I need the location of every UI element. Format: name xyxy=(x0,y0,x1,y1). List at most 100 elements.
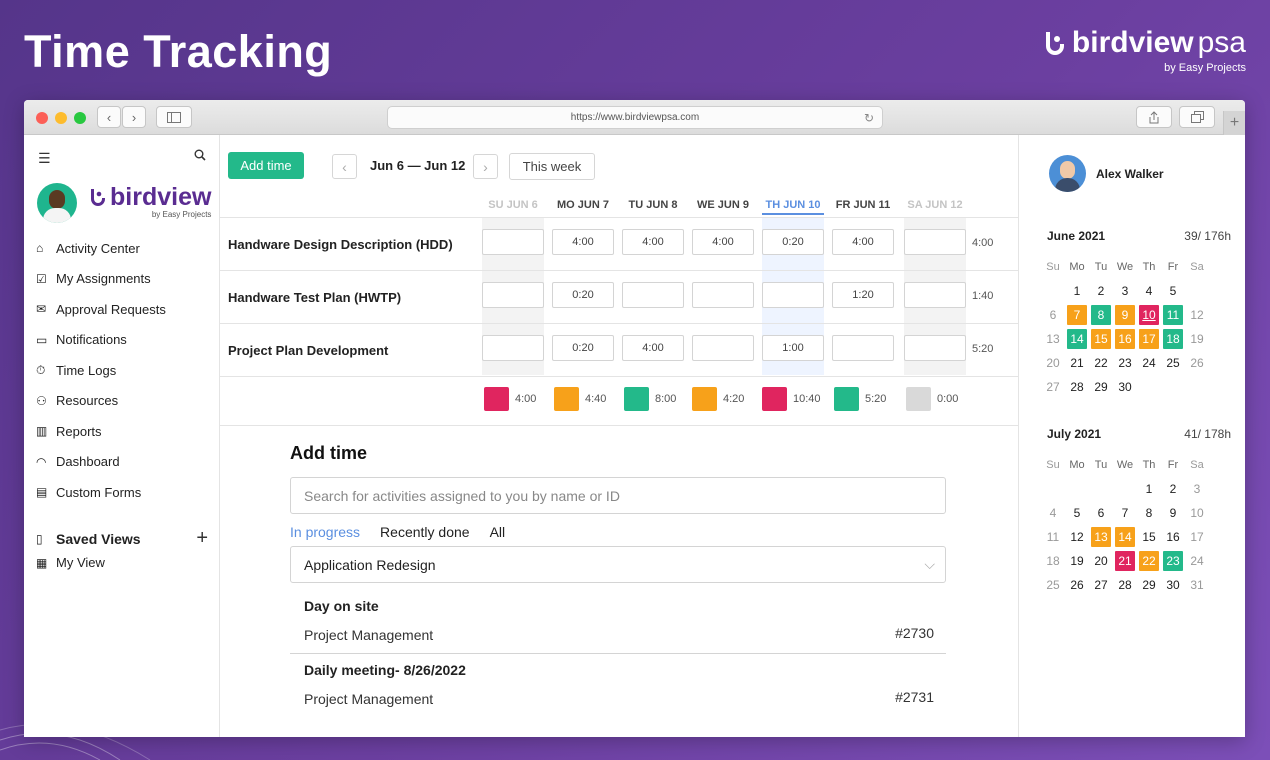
calendar-day[interactable]: 8 xyxy=(1137,501,1161,525)
sidebar-item-resources[interactable]: ⚇ Resources xyxy=(24,386,220,417)
time-entry-cell[interactable]: 0:20 xyxy=(552,335,614,361)
time-entry-cell[interactable] xyxy=(482,335,544,361)
calendar-day[interactable]: 17 xyxy=(1137,327,1161,351)
calendar-day[interactable]: 26 xyxy=(1065,573,1089,597)
sidebar-item-dashboard[interactable]: ◠ Dashboard xyxy=(24,447,220,478)
minimize-window-button[interactable] xyxy=(55,112,67,124)
calendar-day[interactable]: 6 xyxy=(1089,501,1113,525)
calendar-day[interactable]: 28 xyxy=(1113,573,1137,597)
user-avatar[interactable] xyxy=(37,183,77,223)
add-view-button[interactable]: + xyxy=(196,527,208,550)
calendar-day[interactable]: 1 xyxy=(1065,279,1089,303)
calendar-day[interactable]: 18 xyxy=(1041,549,1065,573)
calendar-day[interactable]: 7 xyxy=(1113,501,1137,525)
calendar-day[interactable]: 21 xyxy=(1065,351,1089,375)
time-entry-cell[interactable] xyxy=(692,282,754,308)
calendar-day[interactable]: 22 xyxy=(1089,351,1113,375)
calendar-day[interactable]: 9 xyxy=(1161,501,1185,525)
calendar-day[interactable]: 10 xyxy=(1137,303,1161,327)
sidebar-toggle-button[interactable] xyxy=(156,106,192,128)
time-entry-cell[interactable]: 4:00 xyxy=(622,229,684,255)
calendar-day[interactable]: 14 xyxy=(1065,327,1089,351)
sidebar-item-custom-forms[interactable]: ▤ Custom Forms xyxy=(24,477,220,508)
tab-all[interactable]: All xyxy=(490,524,506,540)
previous-week-button[interactable]: ‹ xyxy=(332,154,357,179)
calendar-day[interactable]: 15 xyxy=(1137,525,1161,549)
calendar-day[interactable]: 12 xyxy=(1065,525,1089,549)
calendar-day[interactable]: 26 xyxy=(1185,351,1209,375)
tab-recently-done[interactable]: Recently done xyxy=(380,524,470,540)
sidebar-item-activity-center[interactable]: ⌂ Activity Center xyxy=(24,233,220,264)
address-bar[interactable]: https://www.birdviewpsa.com ↻ xyxy=(387,106,883,129)
calendar-day[interactable]: 2 xyxy=(1161,477,1185,501)
tab-in-progress[interactable]: In progress xyxy=(290,524,360,540)
sidebar-item-my-assignments[interactable]: ☑ My Assignments xyxy=(24,264,220,295)
calendar-day[interactable]: 7 xyxy=(1065,303,1089,327)
calendar-day[interactable]: 5 xyxy=(1161,279,1185,303)
sidebar-logo[interactable]: birdview by Easy Projects xyxy=(90,183,211,219)
calendar-day[interactable]: 8 xyxy=(1089,303,1113,327)
time-entry-cell[interactable] xyxy=(482,229,544,255)
time-entry-cell[interactable]: 4:00 xyxy=(552,229,614,255)
project-select[interactable]: Application Redesign ⌵ xyxy=(290,546,946,583)
calendar-day[interactable]: 29 xyxy=(1137,573,1161,597)
time-entry-cell[interactable] xyxy=(904,335,966,361)
time-entry-cell[interactable] xyxy=(904,282,966,308)
calendar-day[interactable]: 19 xyxy=(1065,549,1089,573)
next-week-button[interactable]: › xyxy=(473,154,498,179)
calendar-day[interactable]: 12 xyxy=(1185,303,1209,327)
search-icon[interactable] xyxy=(194,149,206,161)
activity-search-input[interactable]: Search for activities assigned to you by… xyxy=(290,477,946,514)
calendar-day[interactable]: 25 xyxy=(1041,573,1065,597)
add-time-button[interactable]: Add time xyxy=(228,152,304,179)
time-entry-cell[interactable] xyxy=(762,282,824,308)
calendar-day[interactable]: 27 xyxy=(1089,573,1113,597)
time-entry-cell[interactable]: 1:20 xyxy=(832,282,894,308)
calendar-day[interactable]: 18 xyxy=(1161,327,1185,351)
calendar-day[interactable]: 20 xyxy=(1089,549,1113,573)
time-entry-cell[interactable] xyxy=(832,335,894,361)
calendar-day[interactable]: 13 xyxy=(1041,327,1065,351)
calendar-day[interactable]: 16 xyxy=(1161,525,1185,549)
calendar-day[interactable]: 2 xyxy=(1089,279,1113,303)
calendar-day[interactable]: 14 xyxy=(1113,525,1137,549)
time-entry-cell[interactable] xyxy=(622,282,684,308)
sidebar-item-time-logs[interactable]: ⏱ Time Logs xyxy=(24,355,220,386)
calendar-day[interactable]: 3 xyxy=(1113,279,1137,303)
hamburger-menu-icon[interactable]: ☰ xyxy=(38,150,51,167)
this-week-button[interactable]: This week xyxy=(509,153,595,180)
time-entry-cell[interactable] xyxy=(482,282,544,308)
calendar-day[interactable]: 21 xyxy=(1113,549,1137,573)
calendar-day[interactable]: 13 xyxy=(1089,525,1113,549)
time-entry-cell[interactable]: 0:20 xyxy=(762,229,824,255)
close-window-button[interactable] xyxy=(36,112,48,124)
time-entry-cell[interactable]: 1:00 xyxy=(762,335,824,361)
time-entry-cell[interactable]: 4:00 xyxy=(692,229,754,255)
time-entry-cell[interactable]: 4:00 xyxy=(832,229,894,255)
calendar-day[interactable]: 27 xyxy=(1041,375,1065,399)
calendar-day[interactable]: 31 xyxy=(1185,573,1209,597)
calendar-day[interactable]: 16 xyxy=(1113,327,1137,351)
calendar-day[interactable]: 23 xyxy=(1113,351,1137,375)
sidebar-item-reports[interactable]: ▥ Reports xyxy=(24,416,220,447)
calendar-day[interactable]: 15 xyxy=(1089,327,1113,351)
calendar-day[interactable]: 4 xyxy=(1137,279,1161,303)
calendar-day[interactable]: 11 xyxy=(1041,525,1065,549)
calendar-day[interactable]: 9 xyxy=(1113,303,1137,327)
calendar-day[interactable]: 30 xyxy=(1161,573,1185,597)
calendar-day[interactable]: 4 xyxy=(1041,501,1065,525)
reload-icon[interactable]: ↻ xyxy=(864,111,874,125)
tabs-button[interactable] xyxy=(1179,106,1215,128)
calendar-day[interactable]: 20 xyxy=(1041,351,1065,375)
time-entry-cell[interactable]: 4:00 xyxy=(622,335,684,361)
share-button[interactable] xyxy=(1136,106,1172,128)
calendar-day[interactable]: 28 xyxy=(1065,375,1089,399)
forward-button[interactable]: › xyxy=(122,106,146,128)
calendar-day[interactable]: 24 xyxy=(1137,351,1161,375)
calendar-day[interactable]: 19 xyxy=(1185,327,1209,351)
calendar-day[interactable]: 10 xyxy=(1185,501,1209,525)
maximize-window-button[interactable] xyxy=(74,112,86,124)
calendar-day[interactable]: 17 xyxy=(1185,525,1209,549)
back-button[interactable]: ‹ xyxy=(97,106,121,128)
calendar-day[interactable]: 22 xyxy=(1137,549,1161,573)
